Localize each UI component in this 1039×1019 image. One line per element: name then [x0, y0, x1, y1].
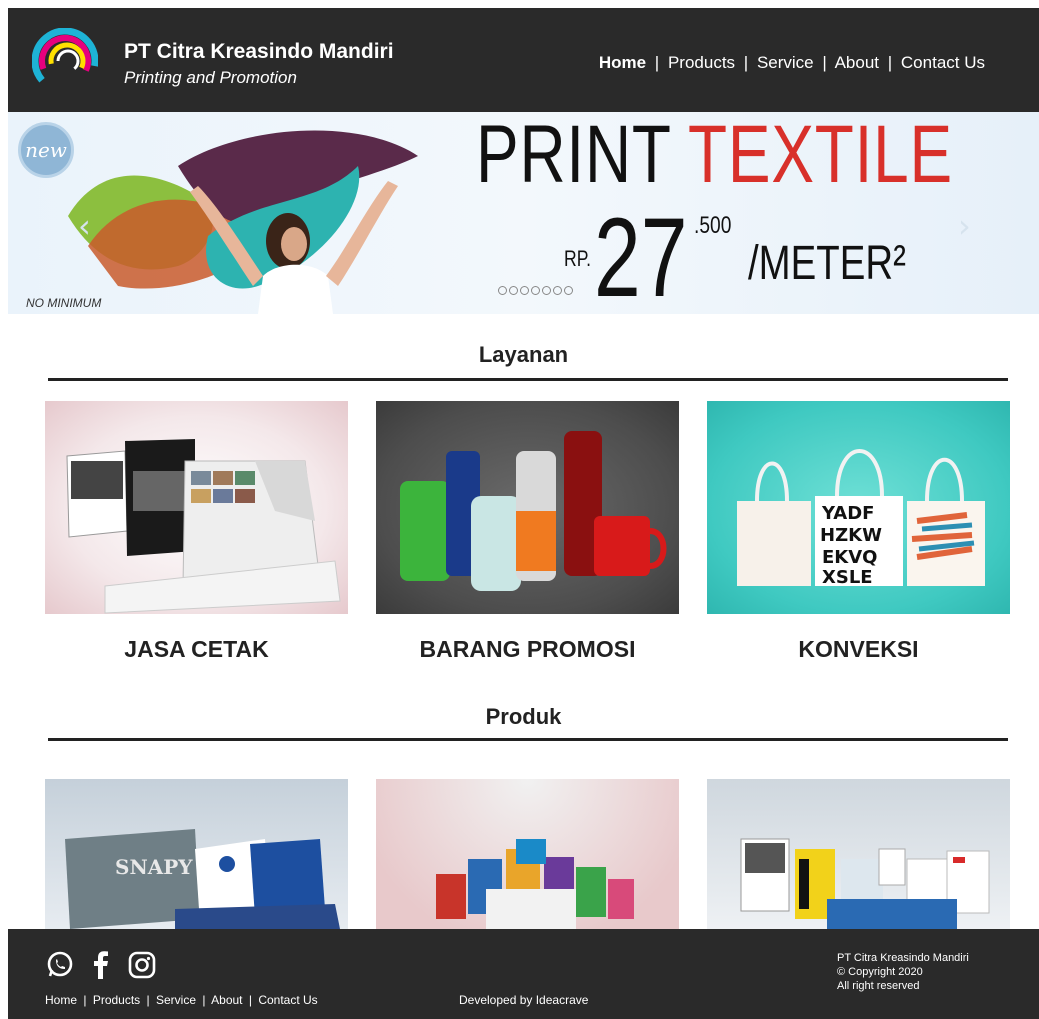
site-footer: Home | Products | Service | About | Cont…: [8, 929, 1039, 1019]
price-unit: /METER²: [748, 237, 906, 290]
nav-products[interactable]: Products: [668, 53, 735, 72]
calendar-image: [66, 439, 341, 614]
carousel-prev-icon[interactable]: ‹: [78, 207, 91, 245]
footer-separator: |: [83, 993, 87, 1007]
service-card-barang-promosi[interactable]: [376, 401, 679, 614]
social-links: [46, 951, 156, 984]
svg-text:XSLE: XSLE: [822, 567, 873, 588]
footer-rights: All right reserved: [837, 980, 920, 992]
service-label-jasa-cetak[interactable]: JASA CETAK: [45, 636, 348, 663]
carousel-dot[interactable]: [498, 286, 507, 295]
printed-materials-image: [436, 839, 634, 929]
footer-link-home[interactable]: Home: [45, 993, 77, 1007]
footer-link-about[interactable]: About: [211, 993, 242, 1007]
section-divider: [48, 378, 1008, 381]
site-header: PT Citra Kreasindo Mandiri Printing and …: [8, 8, 1039, 112]
svg-text:HZKW: HZKW: [820, 525, 882, 546]
service-card-konveksi[interactable]: YADF HZKW EKVQ XSLE: [707, 401, 1010, 614]
svg-text:YADF: YADF: [821, 503, 874, 524]
service-label-konveksi[interactable]: KONVEKSI: [707, 636, 1010, 663]
product-card-business-cards[interactable]: SNAPY: [45, 779, 348, 929]
promo-items-image: [400, 431, 667, 591]
banner-headline: PRINT TEXTILE: [476, 114, 953, 196]
carousel-dot[interactable]: [564, 286, 573, 295]
service-label-barang-promosi[interactable]: BARANG PROMOSI: [376, 636, 679, 663]
carousel-dot[interactable]: [531, 286, 540, 295]
price-currency: RP.: [564, 246, 592, 271]
nav-separator: |: [654, 53, 660, 72]
footer-link-products[interactable]: Products: [93, 993, 140, 1007]
banner-woman-scarf-image: [68, 130, 418, 314]
company-logo[interactable]: [32, 28, 98, 94]
section-title-layanan: Layanan: [478, 342, 569, 367]
svg-text:EKVQ: EKVQ: [822, 547, 877, 568]
brand-subtitle: Printing and Promotion: [124, 68, 297, 87]
carousel-dot[interactable]: [520, 286, 529, 295]
price-main: 27: [594, 195, 688, 314]
product-card-printed-materials[interactable]: [376, 779, 679, 929]
footer-company: PT Citra Kreasindo Mandiri: [837, 952, 969, 964]
footer-separator: |: [202, 993, 206, 1007]
carousel-next-icon[interactable]: ›: [958, 207, 971, 245]
office-stationery-image: [740, 838, 990, 929]
carousel-dot[interactable]: [509, 286, 518, 295]
main-nav: Home | Products | Service | About | Cont…: [599, 53, 985, 73]
carousel-dot[interactable]: [553, 286, 562, 295]
footer-link-service[interactable]: Service: [156, 993, 196, 1007]
whatsapp-icon[interactable]: [46, 951, 74, 984]
copyright-block: PT Citra Kreasindo Mandiri © Copyright 2…: [837, 951, 969, 993]
nav-service[interactable]: Service: [757, 53, 814, 72]
section-divider: [48, 738, 1008, 741]
service-card-jasa-cetak[interactable]: [45, 401, 348, 614]
hero-banner[interactable]: new ‹ PRINT TEXTILE RP. 27 .500 /METER² …: [8, 112, 1039, 314]
nav-separator: |: [822, 53, 827, 72]
banner-note: NO MINIMUM: [26, 296, 102, 310]
nav-contact[interactable]: Contact Us: [901, 53, 985, 72]
footer-copyright: © Copyright 2020: [837, 966, 923, 978]
nav-about[interactable]: About: [835, 53, 879, 72]
price-cents: .500: [694, 212, 732, 239]
footer-separator: |: [248, 993, 252, 1007]
headline-textile: TEXTILE: [688, 112, 953, 200]
headline-print: PRINT: [476, 112, 671, 200]
tote-bags-image: YADF HZKW EKVQ XSLE: [737, 449, 985, 588]
svg-text:SNAPY: SNAPY: [115, 855, 193, 879]
nav-separator: |: [887, 53, 893, 72]
instagram-icon[interactable]: [128, 951, 156, 984]
brand-title: PT Citra Kreasindo Mandiri: [124, 40, 394, 63]
new-badge: new: [18, 122, 74, 178]
carousel-dots: [498, 286, 573, 295]
section-title-produk: Produk: [485, 704, 562, 729]
carousel-dot[interactable]: [542, 286, 551, 295]
developer-credit: Developed by Ideacrave: [459, 993, 589, 1007]
nav-home[interactable]: Home: [599, 53, 646, 72]
footer-nav: Home | Products | Service | About | Cont…: [45, 993, 318, 1007]
facebook-icon[interactable]: [92, 951, 110, 984]
footer-link-contact[interactable]: Contact Us: [258, 993, 317, 1007]
page: PT Citra Kreasindo Mandiri Printing and …: [8, 8, 1039, 1019]
product-card-office-stationery[interactable]: [707, 779, 1010, 929]
footer-separator: |: [146, 993, 150, 1007]
nav-separator: |: [743, 53, 749, 72]
business-cards-image: SNAPY: [65, 829, 340, 929]
